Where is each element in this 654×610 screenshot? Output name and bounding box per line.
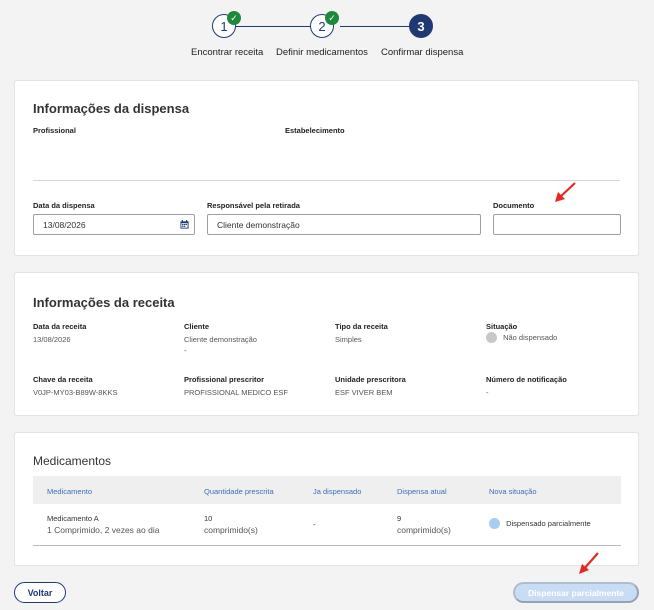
divider <box>33 180 620 181</box>
dispensa-card: Informações da dispensa Profissional Est… <box>14 80 639 256</box>
col-ja-dispensado: Ja dispensado <box>313 487 362 496</box>
arrow-annotation-icon <box>555 182 576 202</box>
stepper: 1 ✓ 2 ✓ 3 Encontrar receita Definir medi… <box>0 11 654 60</box>
col-dispensa-atual: Dispensa atual <box>397 487 447 496</box>
table-header: Medicamento Quantidade prescrita Ja disp… <box>33 476 621 504</box>
situacao-value: Não dispensado <box>486 332 557 343</box>
col-quantidade: Quantidade prescrita <box>204 487 274 496</box>
arrow-annotation-icon <box>579 552 599 574</box>
med-qtd-unit: comprimido(s) <box>204 525 258 535</box>
responsavel-input[interactable]: Cliente demonstração <box>207 214 481 235</box>
status-dot-icon <box>486 332 497 343</box>
med-nova-situacao: Dispensado parcialmente <box>489 517 591 529</box>
med-ja-dispensado: - <box>313 520 316 529</box>
med-posologia: 1 Comprimido, 2 vezes ao dia <box>47 525 160 535</box>
responsavel-label: Responsável pela retirada <box>207 201 300 210</box>
tipo-receita-label: Tipo da receita <box>335 322 388 331</box>
cliente-extra: - <box>184 346 187 355</box>
chave-value: V0JP-MY03-B89W-8KKS <box>33 388 118 397</box>
voltar-button[interactable]: Voltar <box>14 582 66 603</box>
med-nome: Medicamento A <box>47 514 99 523</box>
unidade-value: ESF VIVER BEM <box>335 388 393 397</box>
medicamentos-title: Medicamentos <box>33 454 112 468</box>
step-3-circle: 3 <box>409 14 433 38</box>
check-icon: ✓ <box>227 11 241 25</box>
dispensa-title: Informações da dispensa <box>33 101 190 116</box>
row-divider <box>33 545 621 546</box>
step-connector <box>234 26 316 27</box>
chave-label: Chave da receita <box>33 375 93 384</box>
notificacao-value: - <box>486 388 489 397</box>
step-connector <box>340 26 410 27</box>
step-2-circle: 2 ✓ <box>310 11 339 38</box>
med-qtd-num: 10 <box>204 514 213 523</box>
col-nova-situacao: Nova situação <box>489 487 537 496</box>
step-2-label: Definir medicamentos <box>276 47 368 58</box>
check-icon: ✓ <box>325 11 339 25</box>
cliente-label: Cliente <box>184 322 210 331</box>
data-receita-value: 13/08/2026 <box>33 335 71 344</box>
med-atual-num: 9 <box>397 514 402 523</box>
step-1-label: Encontrar receita <box>191 47 264 58</box>
step-1-circle: 1 ✓ <box>212 11 241 38</box>
notificacao-label: Número de notificação <box>486 375 567 384</box>
calendar-icon[interactable] <box>180 220 189 229</box>
dispensar-parcialmente-button[interactable]: Dispensar parcialmente <box>513 582 639 603</box>
data-dispensa-label: Data da dispensa <box>33 201 95 210</box>
cliente-value: Cliente demonstração <box>184 335 257 344</box>
med-atual-unit: comprimido(s) <box>397 525 451 535</box>
profissional-label: Profissional <box>33 126 76 135</box>
status-dot-icon <box>489 517 500 529</box>
receita-title: Informações da receita <box>33 295 175 310</box>
situacao-label: Situação <box>486 322 518 331</box>
receita-card: Informações da receita Data da receita 1… <box>14 272 639 416</box>
col-medicamento: Medicamento <box>47 487 93 496</box>
documento-label: Documento <box>493 201 535 210</box>
tipo-receita-value: Simples <box>335 335 362 344</box>
documento-input[interactable] <box>493 214 621 235</box>
data-dispensa-input[interactable]: 13/08/2026 <box>33 214 195 235</box>
step-3-label: Confirmar dispensa <box>381 47 464 58</box>
unidade-label: Unidade prescritora <box>335 375 406 384</box>
prescritor-label: Profissional prescritor <box>184 375 265 384</box>
estabelecimento-label: Estabelecimento <box>285 126 345 135</box>
medicamentos-card: Medicamentos Medicamento Quantidade pres… <box>14 432 639 566</box>
prescritor-value: PROFISSIONAL MEDICO ESF <box>184 388 288 397</box>
data-receita-label: Data da receita <box>33 322 87 331</box>
